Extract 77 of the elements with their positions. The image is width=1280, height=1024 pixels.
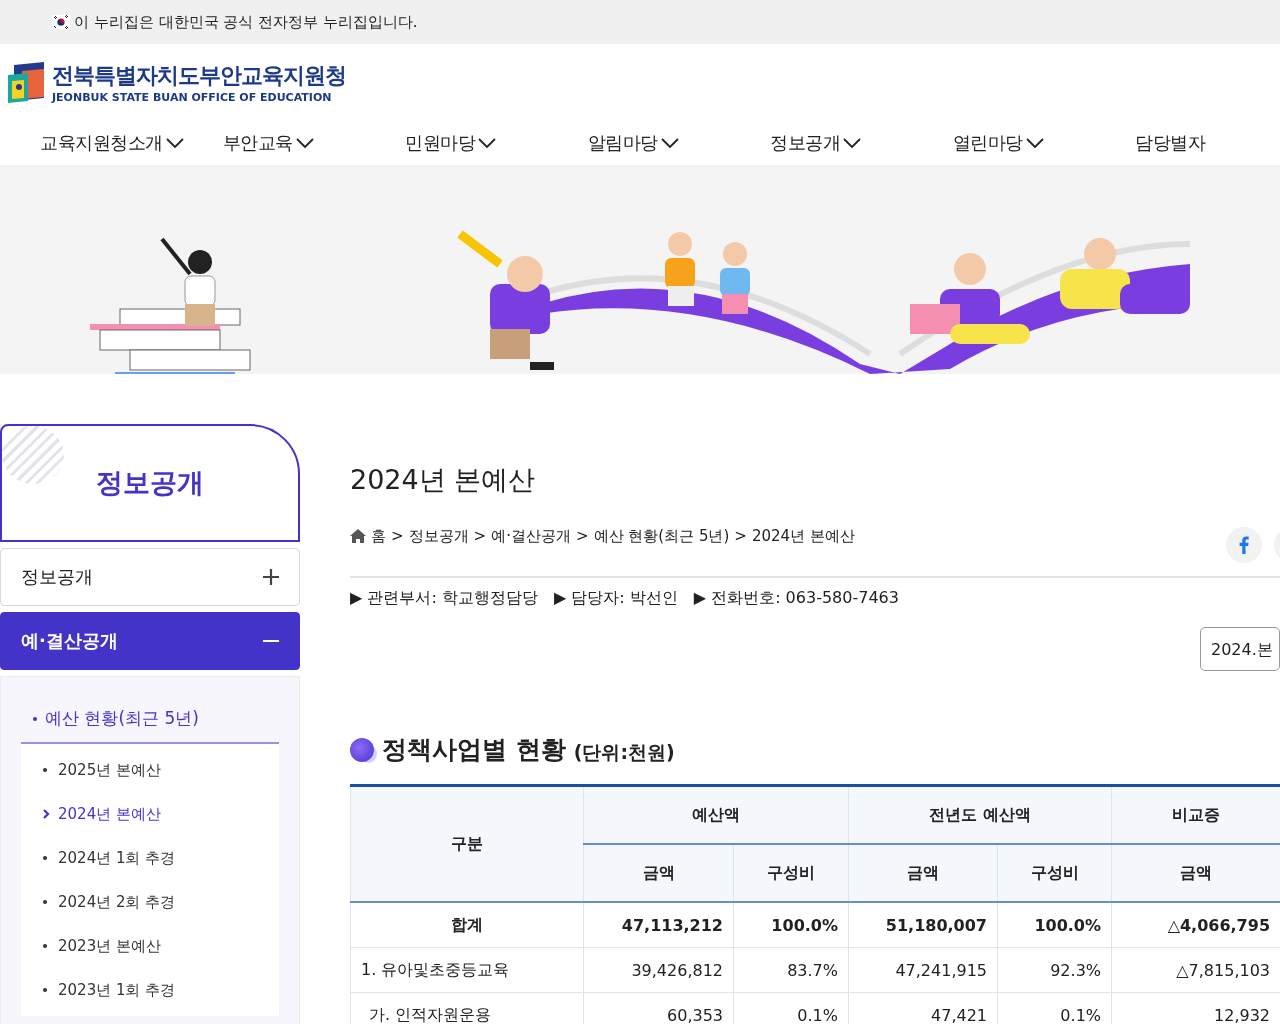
sidebar-menu-item[interactable]: 예·결산공개 xyxy=(0,612,300,670)
chevron-down-icon xyxy=(1025,136,1044,149)
site-logo[interactable]: 전북특별자치도부안교육지원청 JEONBUK STATE BUAN OFFICE OF EDUCATION xyxy=(8,60,346,104)
breadcrumb-link[interactable]: 정보공개 xyxy=(408,526,469,546)
logo-icon xyxy=(8,61,46,103)
table-header: 비교증 xyxy=(1111,785,1280,844)
table-cell: 1. 유아및초중등교육 xyxy=(350,947,584,993)
table-header: 금액 xyxy=(583,844,734,902)
chevron-down-icon xyxy=(478,136,496,149)
home-icon xyxy=(350,529,366,543)
submenu-link[interactable]: 2025년 본예산 xyxy=(21,748,279,792)
breadcrumb-link[interactable]: 홈 xyxy=(371,526,386,546)
nav-menu-item[interactable]: 교육지원청소개 xyxy=(40,120,223,165)
submenu-link[interactable]: 2024년 1회 추경 xyxy=(21,836,279,880)
table-cell: 83.7% xyxy=(733,947,849,993)
breadcrumb-separator: > xyxy=(575,527,589,545)
table-header: 예산액 xyxy=(583,785,849,844)
nav-menu-item[interactable]: 민원마당 xyxy=(405,120,588,165)
breadcrumb-link[interactable]: 예·결산공개 xyxy=(491,526,571,546)
table-header: 금액 xyxy=(1111,844,1280,902)
submenu-link[interactable]: 2023년 1회 추경 xyxy=(21,968,279,1012)
page-title: 2024년 본예산 xyxy=(350,463,537,497)
submenu-link[interactable]: 2024년 본예산 xyxy=(21,792,279,836)
table-cell: 39,426,812 xyxy=(583,947,734,993)
chevron-down-icon xyxy=(295,136,314,149)
breadcrumb-link[interactable]: 2024년 본예산 xyxy=(751,526,855,546)
section-title: 정책사업별 현황 xyxy=(382,734,566,766)
nav-menu-item[interactable]: 부안교육 xyxy=(222,120,405,165)
nav-menu-item[interactable]: 열린마당 xyxy=(952,120,1135,165)
table-header: 구분 xyxy=(350,785,584,902)
table-header: 전년도 예산액 xyxy=(848,785,1112,844)
circle-icon xyxy=(350,737,374,762)
table-cell: 47,241,915 xyxy=(848,947,998,993)
chevron-down-icon xyxy=(660,136,679,149)
table-header: 금액 xyxy=(848,844,998,902)
breadcrumb-separator: > xyxy=(391,527,404,545)
table-header: 구성비 xyxy=(997,844,1112,902)
minus-icon xyxy=(263,640,279,642)
facebook-button[interactable] xyxy=(1226,527,1262,563)
chevron-right-icon xyxy=(43,809,50,819)
breadcrumb-link[interactable]: 예산 현황(최근 5년) xyxy=(593,526,730,546)
table-cell: 47,113,212 xyxy=(583,902,734,948)
table-header: 구성비 xyxy=(733,844,849,902)
breadcrumb-separator: > xyxy=(734,527,747,545)
flag-icon xyxy=(52,15,70,29)
bullet-icon xyxy=(43,856,47,860)
sidebar-title: 정보공개 xyxy=(96,466,204,500)
bullet-icon xyxy=(33,716,37,721)
unit-label: (단위:천원) xyxy=(573,740,675,765)
gov-banner-text: 이 누리집은 대한민국 공식 전자정부 누리집입니다. xyxy=(74,12,418,32)
table-cell: 가. 인적자원운용 xyxy=(350,992,584,1024)
logo-subtitle: JEONBUK STATE BUAN OFFICE OF EDUCATION xyxy=(52,90,333,104)
bullet-icon xyxy=(43,944,47,948)
nav-menu-item[interactable]: 담당별자 xyxy=(1135,120,1280,165)
table-cell: 100.0% xyxy=(733,902,849,948)
chevron-down-icon xyxy=(165,136,184,149)
plus-icon xyxy=(263,569,279,585)
nav-menu-item[interactable]: 정보공개 xyxy=(770,120,953,165)
table-cell: 합계 xyxy=(350,902,584,948)
bullet-icon xyxy=(43,988,47,992)
bullet-icon xyxy=(43,900,47,904)
bullet-icon xyxy=(43,768,47,772)
sidebar-menu-item[interactable]: 정보공개 xyxy=(0,548,300,606)
nav-menu-item[interactable]: 알림마당 xyxy=(587,120,770,165)
table-cell: 92.3% xyxy=(997,947,1112,993)
submenu-link[interactable]: 2023년 본예산 xyxy=(21,924,279,968)
table-cell: 100.0% xyxy=(997,902,1112,948)
breadcrumb-separator: > xyxy=(473,527,487,545)
chevron-down-icon xyxy=(843,136,861,149)
info-text: ▶ 담당자: 박선인 xyxy=(553,588,678,609)
logo-title: 전북특별자치도부안교육지원청 xyxy=(52,61,346,90)
table-cell: 51,180,007 xyxy=(848,902,998,948)
submenu-link[interactable]: 2024년 2회 추경 xyxy=(21,880,279,924)
facebook-icon xyxy=(1239,536,1249,554)
budget-select[interactable]: 2024.본 xyxy=(1200,627,1280,671)
info-text: ▶ 관련부서: 학교행정담당 xyxy=(350,588,538,609)
info-text: ▶ 전화번호: 063-580-7463 xyxy=(693,588,899,609)
